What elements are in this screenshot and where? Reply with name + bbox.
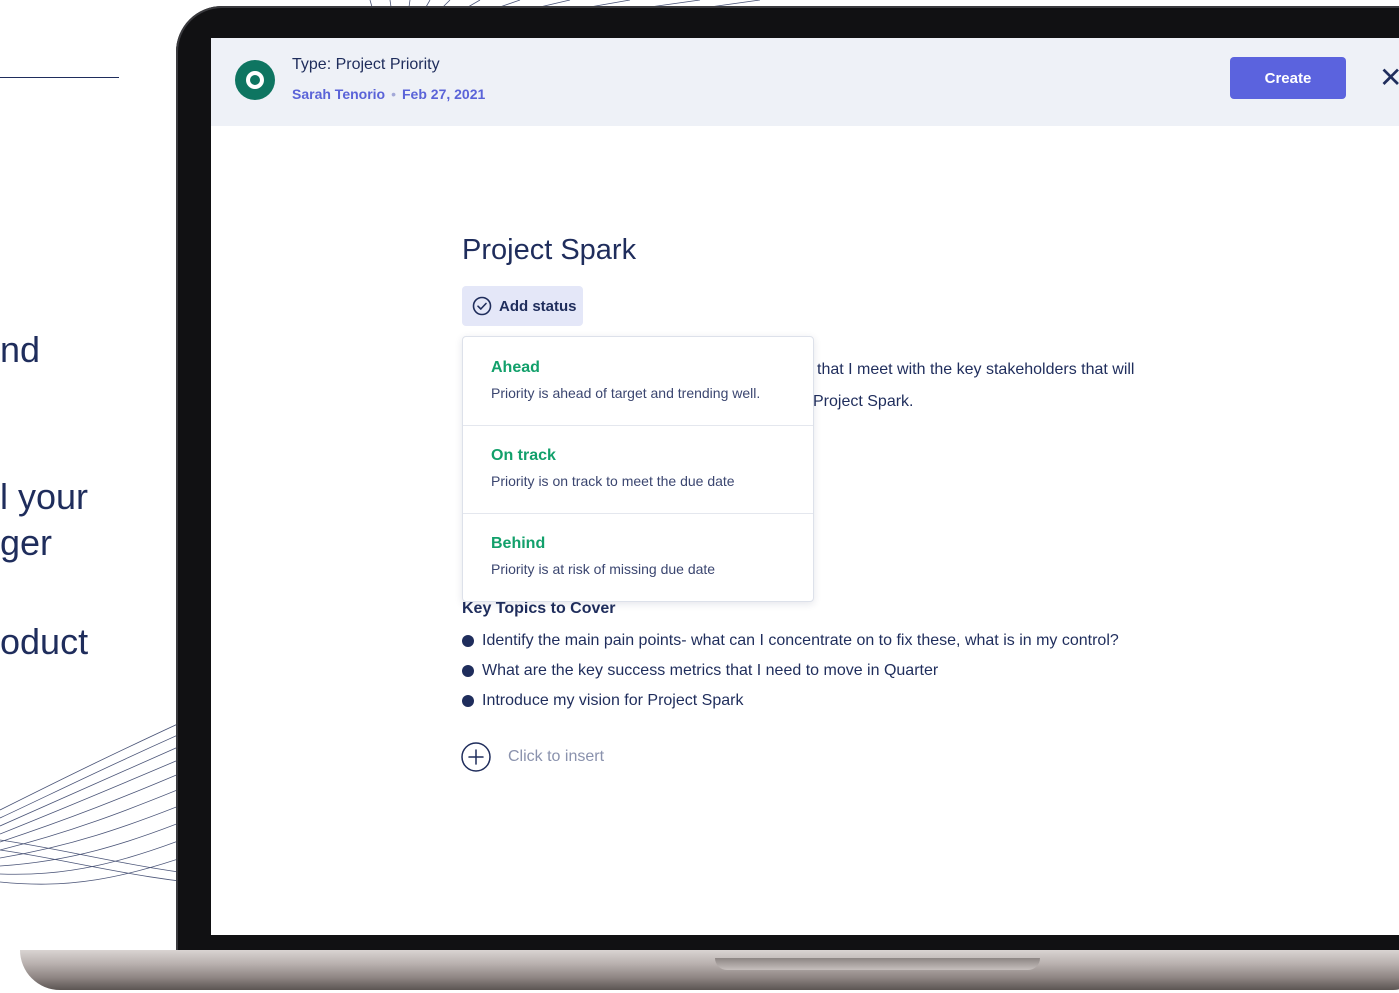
list-item[interactable]: Introduce my vision for Project Spark	[462, 686, 1119, 716]
list-item[interactable]: Identify the main pain points- what can …	[462, 626, 1119, 656]
list-item-text: What are the key success metrics that I …	[482, 662, 939, 679]
status-option-description: Priority is at risk of missing due date	[491, 561, 716, 577]
status-dropdown: Ahead Priority is ahead of target and tr…	[462, 336, 814, 602]
topic-list: Identify the main pain points- what can …	[462, 626, 1119, 716]
section-heading[interactable]: Key Topics to Cover	[462, 600, 616, 618]
status-option-behind[interactable]: Behind Priority is at risk of missing du…	[463, 513, 813, 601]
bullet-icon	[462, 665, 474, 677]
add-status-label: Add status	[499, 297, 577, 315]
status-option-ahead[interactable]: Ahead Priority is ahead of target and tr…	[463, 337, 813, 426]
document-date: Feb 27, 2021	[402, 86, 486, 102]
document-type-label: Type: Project Priority	[292, 56, 440, 73]
background-text: l your	[0, 476, 89, 517]
background-text: ger	[0, 522, 53, 563]
create-button[interactable]: Create	[1230, 57, 1346, 99]
status-option-name: Behind	[491, 535, 546, 552]
background-text: oduct	[0, 621, 89, 662]
status-option-name: Ahead	[491, 359, 540, 376]
laptop-hinge-notch	[715, 958, 1040, 970]
app-screen: Type: Project Priority Sarah Tenorio • Feb…	[211, 38, 1399, 935]
add-status-button[interactable]: Add status	[462, 286, 583, 326]
intro-text-line[interactable]: Project Spark.	[813, 393, 913, 411]
author-name[interactable]: Sarah Tenorio	[292, 86, 385, 102]
intro-text-line[interactable]: that I meet with the key stakeholders th…	[817, 361, 1134, 379]
laptop-base	[20, 950, 1399, 990]
decorative-rule	[0, 77, 119, 78]
status-option-on-track[interactable]: On track Priority is on track to meet th…	[463, 425, 813, 514]
target-icon	[235, 60, 275, 100]
list-item-text: Introduce my vision for Project Spark	[482, 692, 744, 709]
bullet-icon	[462, 695, 474, 707]
bullet-icon	[462, 635, 474, 647]
insert-label: Click to insert	[508, 748, 605, 765]
document-title[interactable]: Project Spark	[462, 234, 636, 267]
document-header: Type: Project Priority Sarah Tenorio • Feb…	[211, 38, 1399, 126]
document-meta: Sarah Tenorio • Feb 27, 2021	[292, 86, 485, 102]
list-item-text: Identify the main pain points- what can …	[482, 632, 1119, 649]
meta-separator: •	[391, 86, 396, 102]
plus-circle-icon	[461, 742, 491, 772]
insert-block-button[interactable]: Click to insert	[461, 742, 604, 772]
list-item[interactable]: What are the key success metrics that I …	[462, 656, 1119, 686]
background-text: nd	[0, 329, 41, 370]
check-circle-icon	[472, 296, 492, 316]
status-option-description: Priority is on track to meet the due dat…	[491, 473, 735, 489]
status-option-description: Priority is ahead of target and trending…	[491, 385, 761, 401]
status-option-name: On track	[491, 447, 556, 464]
close-icon[interactable]: ✕	[1379, 64, 1399, 92]
